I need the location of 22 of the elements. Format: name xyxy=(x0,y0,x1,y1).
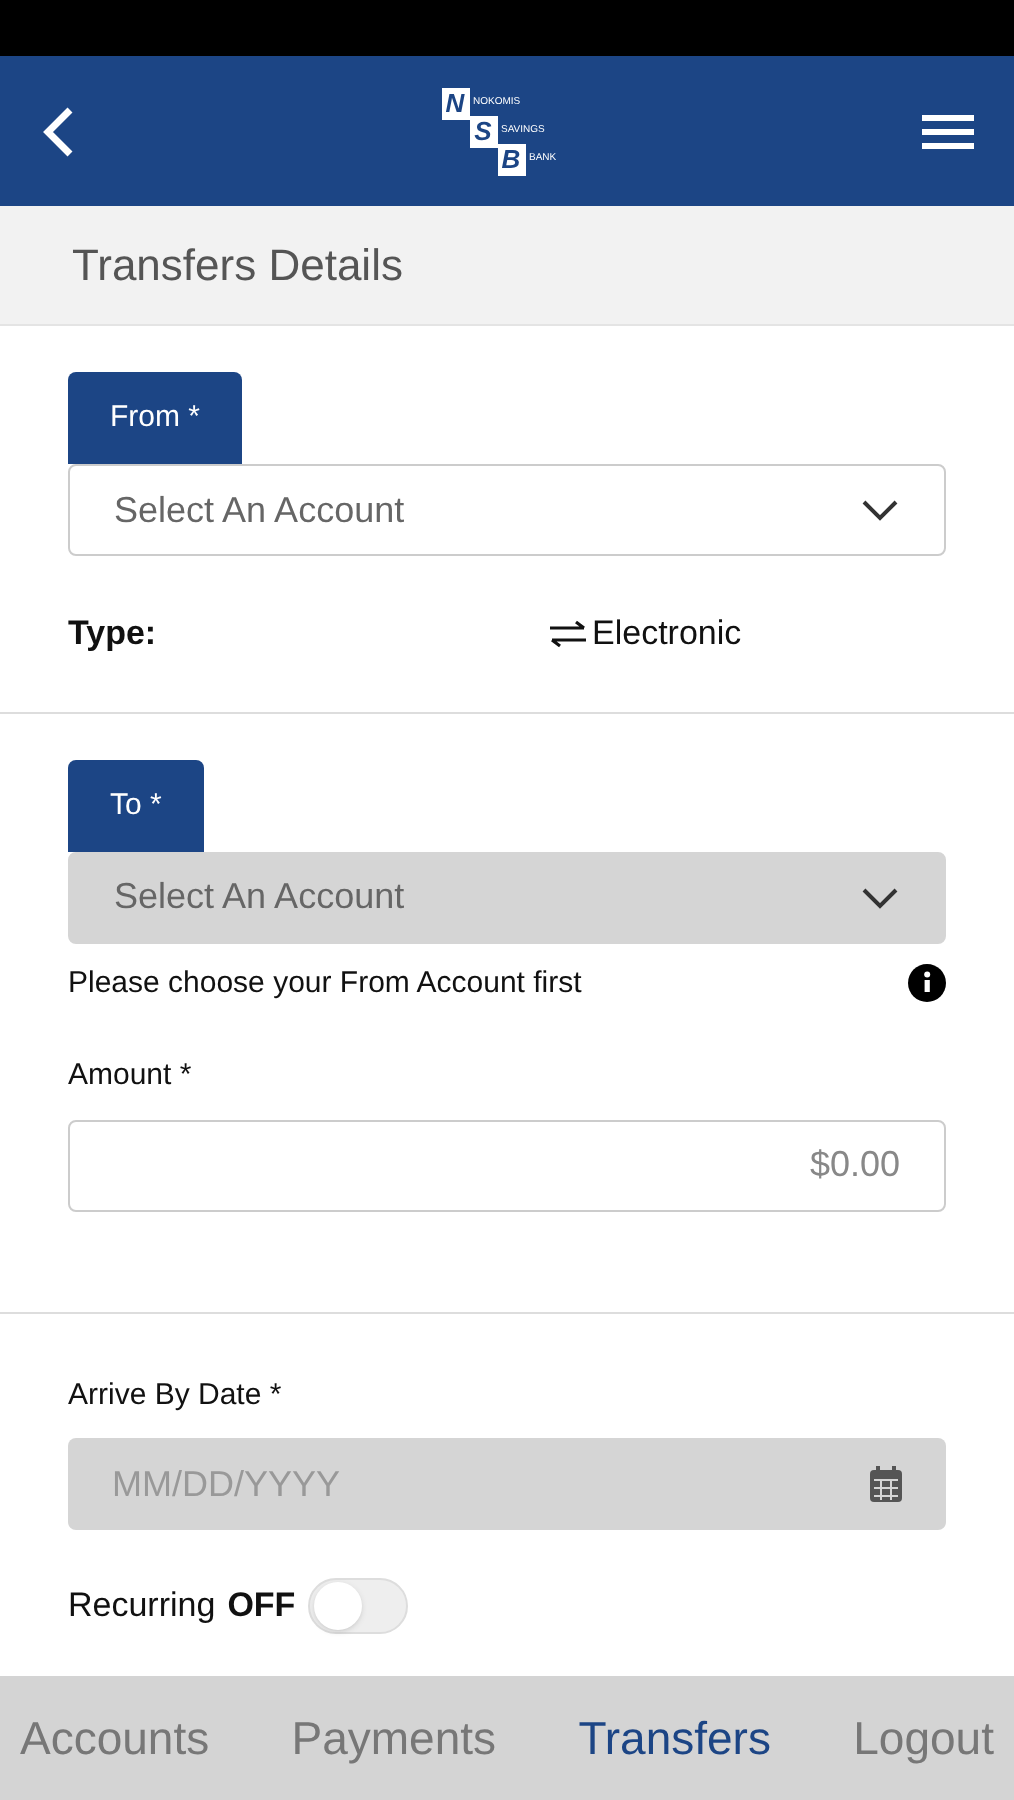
hint-text: Please choose your From Account first xyxy=(68,963,582,1003)
recurring-toggle[interactable] xyxy=(307,1578,408,1634)
page-title: Transfers Details xyxy=(72,238,403,294)
type-value: Electronic xyxy=(592,612,742,656)
calendar-icon xyxy=(870,1466,902,1502)
swap-arrows-icon xyxy=(548,619,588,648)
account-select[interactable]: Select An Account xyxy=(68,464,946,556)
amount-field[interactable]: $0.00 xyxy=(68,1119,946,1211)
nav-tab[interactable]: Payments xyxy=(291,1703,497,1773)
menu-icon[interactable] xyxy=(922,111,974,151)
chevron-down-icon xyxy=(860,498,900,522)
nav-tab[interactable]: Transfers xyxy=(578,1703,771,1773)
back-icon[interactable] xyxy=(40,103,76,159)
date-label: Arrive By Date * xyxy=(68,1375,284,1415)
recurring-label: Recurring xyxy=(68,1584,216,1629)
recurring-state: OFF xyxy=(227,1584,296,1629)
amount-label: Amount * xyxy=(68,1056,194,1096)
nav-tab[interactable]: Accounts xyxy=(20,1703,210,1773)
type-label: Type: xyxy=(68,612,159,656)
chevron-down-icon xyxy=(860,885,900,909)
nav-tab[interactable]: Logout xyxy=(853,1703,994,1773)
info-icon xyxy=(908,964,946,1003)
